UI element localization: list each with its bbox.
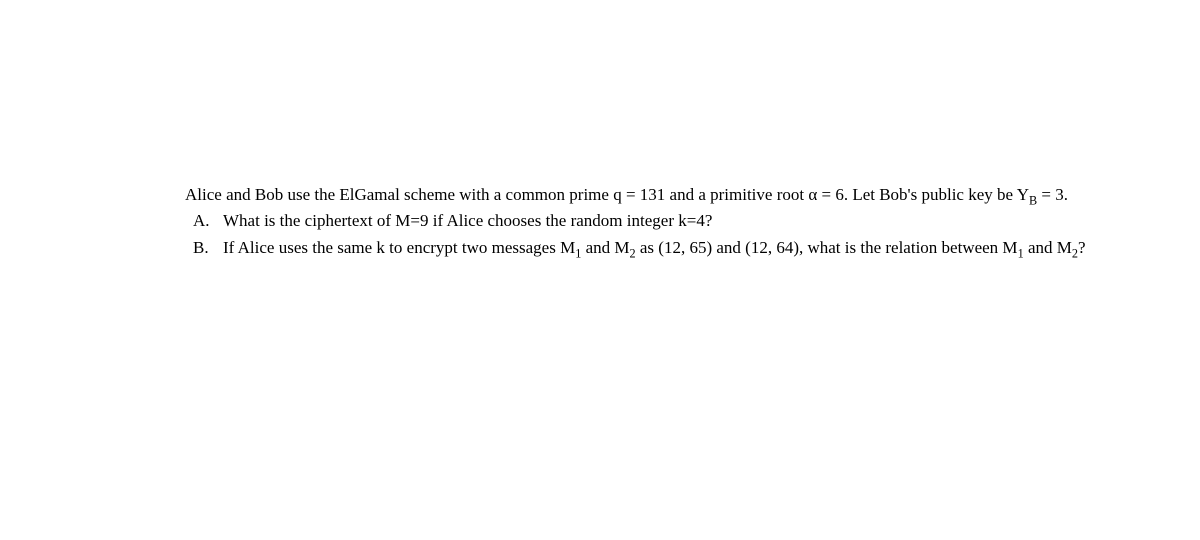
list-marker: A. bbox=[193, 208, 223, 234]
text-segment: and M bbox=[581, 238, 629, 257]
intro-text-part1: Alice and Bob use the ElGamal scheme wit… bbox=[185, 185, 1029, 204]
list-item: A. What is the ciphertext of M=9 if Alic… bbox=[193, 208, 1105, 234]
problem-intro: Alice and Bob use the ElGamal scheme wit… bbox=[185, 182, 1105, 208]
intro-sub: B bbox=[1029, 193, 1037, 207]
text-segment: If Alice uses the same k to encrypt two … bbox=[223, 238, 575, 257]
list-content: What is the ciphertext of M=9 if Alice c… bbox=[223, 208, 1105, 234]
list-content: If Alice uses the same k to encrypt two … bbox=[223, 235, 1105, 261]
text-segment: What is the ciphertext of M=9 if Alice c… bbox=[223, 211, 712, 230]
intro-text-part2: = 3. bbox=[1037, 185, 1068, 204]
text-segment: ? bbox=[1078, 238, 1086, 257]
list-marker: B. bbox=[193, 235, 223, 261]
question-list: A. What is the ciphertext of M=9 if Alic… bbox=[185, 208, 1105, 261]
text-segment: as (12, 65) and (12, 64), what is the re… bbox=[636, 238, 1018, 257]
list-item: B. If Alice uses the same k to encrypt t… bbox=[193, 235, 1105, 261]
text-segment: and M bbox=[1024, 238, 1072, 257]
